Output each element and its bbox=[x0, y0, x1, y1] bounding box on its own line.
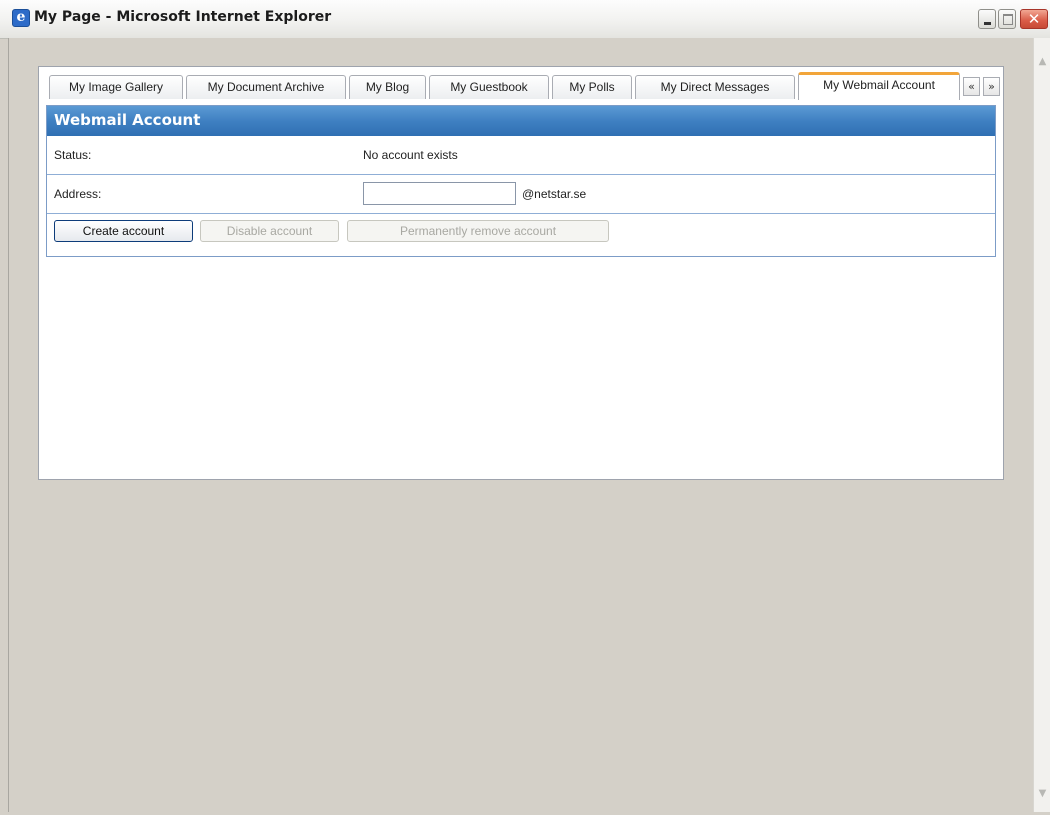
scroll-up-arrow-icon[interactable]: ▲ bbox=[1037, 56, 1048, 67]
tab-image-gallery[interactable]: My Image Gallery bbox=[49, 75, 183, 99]
disable-account-button[interactable]: Disable account bbox=[200, 220, 339, 242]
minimize-button[interactable] bbox=[978, 9, 996, 29]
tab-polls[interactable]: My Polls bbox=[552, 75, 632, 99]
webmail-account-box: Webmail Account Status: No account exist… bbox=[46, 105, 996, 257]
create-account-button[interactable]: Create account bbox=[54, 220, 193, 242]
tab-blog[interactable]: My Blog bbox=[349, 75, 426, 99]
maximize-button[interactable] bbox=[998, 9, 1016, 29]
address-label: Address: bbox=[54, 187, 102, 201]
window-title-bar: e My Page - Microsoft Internet Explorer … bbox=[0, 0, 1050, 39]
page-panel: My Image Gallery My Document Archive My … bbox=[38, 66, 1004, 480]
status-row: Status: No account exists bbox=[47, 136, 995, 175]
webmail-header: Webmail Account bbox=[47, 106, 995, 136]
internet-explorer-icon: e bbox=[12, 9, 30, 27]
button-row: Create account Disable account Permanent… bbox=[47, 214, 995, 254]
tab-scroll-right-icon[interactable]: » bbox=[983, 77, 1000, 96]
status-value: No account exists bbox=[363, 148, 458, 162]
tab-guestbook[interactable]: My Guestbook bbox=[429, 75, 549, 99]
tab-document-archive[interactable]: My Document Archive bbox=[186, 75, 346, 99]
tab-scroll-left-icon[interactable]: « bbox=[963, 77, 980, 96]
address-input[interactable] bbox=[363, 182, 516, 205]
scroll-down-arrow-icon[interactable]: ▼ bbox=[1037, 788, 1048, 799]
status-label: Status: bbox=[54, 148, 92, 162]
close-icon: ✕ bbox=[1027, 10, 1041, 28]
window-title: My Page - Microsoft Internet Explorer bbox=[34, 9, 332, 25]
close-button[interactable]: ✕ bbox=[1020, 9, 1048, 29]
vertical-scrollbar[interactable]: ▲ ▼ bbox=[1033, 38, 1050, 812]
address-domain: @netstar.se bbox=[522, 187, 587, 201]
tab-webmail-account[interactable]: My Webmail Account bbox=[798, 72, 960, 100]
address-row: Address: @netstar.se bbox=[47, 175, 995, 214]
remove-account-button[interactable]: Permanently remove account bbox=[347, 220, 609, 242]
tab-direct-messages[interactable]: My Direct Messages bbox=[635, 75, 795, 99]
